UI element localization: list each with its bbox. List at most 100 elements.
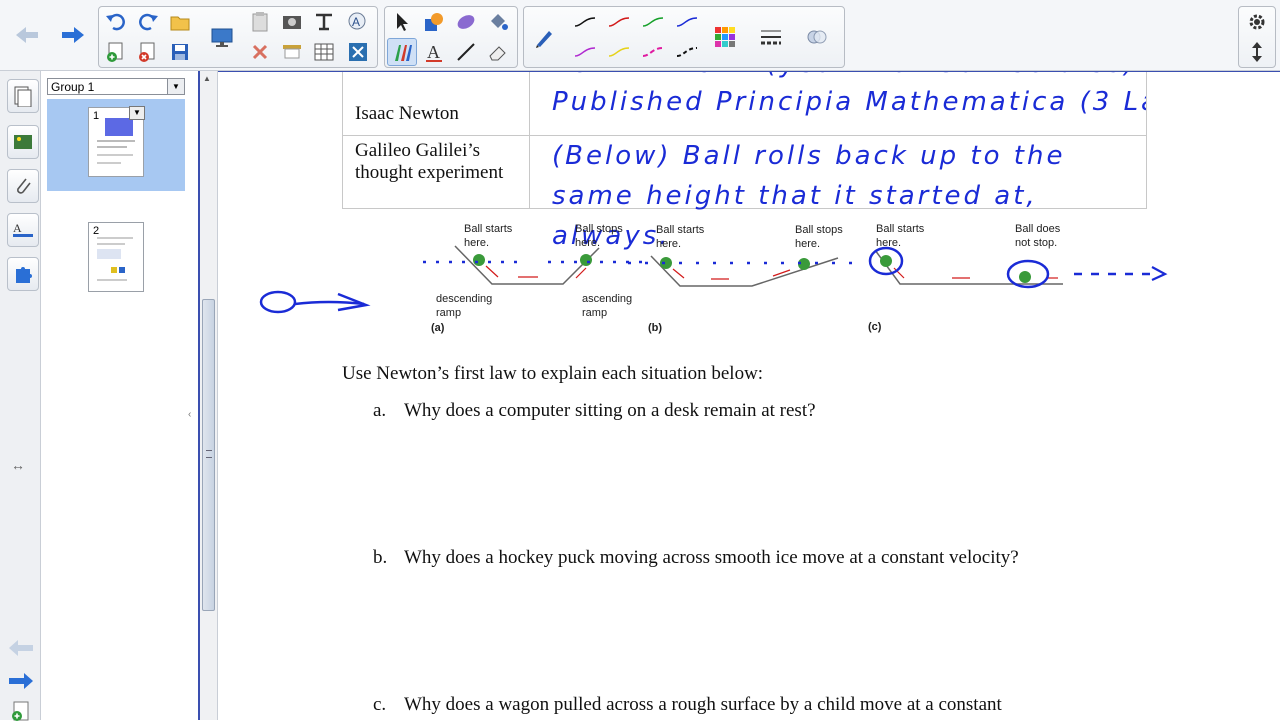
text-color-icon[interactable]: A [419, 38, 449, 66]
select-arrow-icon[interactable] [387, 8, 417, 36]
pen-red-icon[interactable] [604, 8, 634, 36]
prompt-text: Use Newton’s first law to explain each s… [342, 363, 764, 384]
table-row: Isaac Newton Born in 1642 (year that Gal… [342, 72, 1147, 136]
handwritten-arrow-left [259, 290, 371, 314]
whiteboard-page[interactable]: Isaac Newton Born in 1642 (year that Gal… [218, 71, 1280, 721]
page-sorter: Group 1 ▼ 1 ▼ 2 ‹ [41, 71, 200, 720]
scrollbar-thumb[interactable] [202, 299, 215, 611]
resize-horizontal-icon[interactable]: ↔ [11, 457, 25, 473]
thumbnail-menu-icon[interactable]: ▼ [129, 106, 145, 120]
table-cell-name: Isaac Newton [342, 72, 530, 136]
handwritten-note-top: Born in 1642 (year that Galileo dies). [552, 72, 1146, 79]
next-page-icon[interactable] [8, 672, 34, 695]
tools-toolbar-group: A [384, 6, 518, 68]
pen-icon[interactable] [530, 23, 560, 51]
question-b-text: Why does a hockey puck moving across smo… [404, 547, 1019, 568]
history-table: Isaac Newton Born in 1642 (year that Gal… [342, 72, 1147, 251]
delete-x-icon[interactable] [245, 38, 275, 66]
question-a-marker: a. [373, 400, 387, 421]
pen-magenta-dashed-icon[interactable] [638, 38, 668, 66]
page-thumbnail-2[interactable]: 2 [88, 222, 144, 292]
pen-yellow-icon[interactable] [604, 38, 634, 66]
table-cell-name: Galileo Galilei’s thought experiment [342, 135, 530, 209]
eraser-shape-icon[interactable] [451, 8, 481, 36]
svg-text:Ball startshere.: Ball starts here. [656, 224, 705, 250]
question-b-marker: b. [373, 547, 388, 568]
table-row: Galileo Galilei’s thought experiment (Be… [342, 135, 1147, 251]
close-window-icon[interactable] [343, 38, 373, 66]
chevron-down-icon[interactable]: ▼ [167, 79, 184, 94]
page-sorter-tab-icon[interactable] [7, 79, 39, 113]
open-folder-icon[interactable] [165, 8, 195, 36]
grip-icon [206, 450, 212, 458]
row-name: Galileo Galilei’s thought experiment [355, 140, 504, 183]
previous-page-icon[interactable] [8, 639, 34, 662]
svg-text:Ball stopshere.: Ball stops here. [795, 224, 843, 250]
side-tab-rail: A ↔ [0, 71, 41, 721]
add-page-icon[interactable] [101, 38, 131, 66]
gear-icon[interactable] [1242, 8, 1272, 36]
add-page-bottom-icon[interactable] [10, 701, 32, 726]
table-cell-note: Born in 1642 (year that Galileo dies). P… [529, 72, 1147, 136]
edit-toolbar-group: A [98, 6, 378, 68]
handwritten-note: Published Principia Mathematica (3 Laws) [552, 87, 1146, 117]
svg-text:Ball startshere.: Ball starts here. [464, 223, 513, 249]
delete-page-icon[interactable] [133, 38, 163, 66]
page-thumbnail-1[interactable]: 1 ▼ [88, 106, 145, 177]
paste-icon[interactable] [245, 8, 275, 36]
svg-text:Ball doesnot stop.: Ball does not stop. [1015, 223, 1061, 249]
eraser-icon[interactable] [483, 38, 513, 66]
svg-text:A: A [427, 42, 440, 62]
add-ons-tab-icon[interactable] [7, 257, 39, 291]
pen-black-dashed-icon[interactable] [672, 38, 702, 66]
table-icon[interactable] [309, 38, 339, 66]
row-name: Isaac Newton [355, 103, 459, 124]
figure-panel-b: Ball starts here. Ball stops here. (b) [628, 224, 858, 334]
svg-text:(c): (c) [868, 321, 882, 333]
toolbar: A A [0, 0, 1280, 71]
spell-check-icon[interactable]: A [343, 8, 373, 36]
undo-icon[interactable] [101, 8, 131, 36]
back-arrow-icon[interactable] [12, 21, 42, 49]
shapes-icon[interactable] [419, 8, 449, 36]
fill-bucket-icon[interactable] [483, 8, 513, 36]
line-style-icon[interactable] [756, 23, 786, 51]
text-tool-icon[interactable] [309, 8, 339, 36]
toolbar-position-icon[interactable] [1242, 38, 1272, 66]
forward-arrow-icon[interactable] [58, 21, 88, 49]
svg-text:(b): (b) [648, 322, 662, 334]
color-palette-icon[interactable] [710, 23, 740, 51]
group-select[interactable]: Group 1 ▼ [47, 78, 185, 95]
vertical-scrollbar[interactable]: ▲ [200, 71, 218, 720]
settings-toolbar-group [1238, 6, 1276, 68]
gallery-tab-icon[interactable] [7, 125, 39, 159]
svg-text:Ball startshere.: Ball starts here. [876, 223, 925, 249]
attachments-tab-icon[interactable] [7, 169, 39, 203]
display-screen-icon[interactable] [207, 23, 237, 51]
resize-handle-icon[interactable]: ‹ [188, 409, 191, 420]
pen-blue-icon[interactable] [672, 8, 702, 36]
pen-purple-icon[interactable] [570, 38, 600, 66]
screen-shade-icon[interactable] [277, 38, 307, 66]
transparency-icon[interactable] [802, 23, 832, 51]
save-icon[interactable] [165, 38, 195, 66]
pens-tool-icon[interactable] [387, 38, 417, 66]
question-c-text: Why does a wagon pulled across a rough s… [404, 694, 1002, 715]
pen-black-icon[interactable] [570, 8, 600, 36]
question-c-marker: c. [373, 694, 387, 715]
svg-text:(a): (a) [431, 322, 445, 334]
redo-icon[interactable] [133, 8, 163, 36]
properties-tab-icon[interactable]: A [7, 213, 39, 247]
screen-capture-icon[interactable] [277, 8, 307, 36]
svg-text:A: A [13, 221, 22, 235]
figure-panel-c: Ball starts here. Ball does not stop. (c) [868, 223, 1168, 333]
question-a-text: Why does a computer sitting on a desk re… [404, 400, 816, 421]
scroll-up-icon[interactable]: ▲ [203, 74, 211, 83]
svg-text:Ball stopshere.: Ball stops here. [575, 223, 623, 249]
line-tool-icon[interactable] [451, 38, 481, 66]
pen-green-icon[interactable] [638, 8, 668, 36]
figure-panel-a: Ball starts here. Ball stops here. descend… [423, 223, 643, 334]
svg-text:ascendingramp: ascending ramp [582, 293, 632, 319]
ramp-figure: Ball starts here. Ball stops here. descend… [259, 223, 1168, 334]
pen-styles-toolbar-group [523, 6, 845, 68]
